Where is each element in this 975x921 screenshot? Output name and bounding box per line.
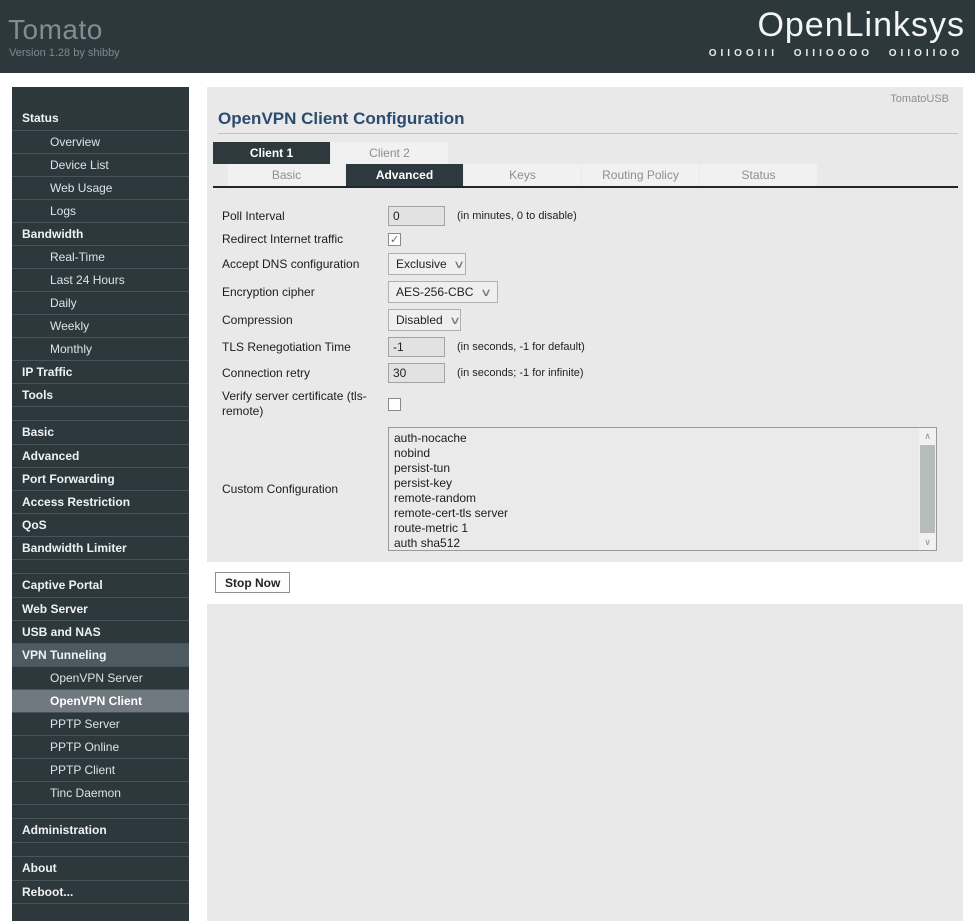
scroll-up-icon[interactable]: ∧: [919, 428, 936, 444]
tls-renegotiation-input[interactable]: [388, 337, 445, 357]
sidebar-item-pptp-client[interactable]: PPTP Client: [12, 758, 189, 781]
compression-value: Disabled: [396, 313, 443, 327]
brand-logo: Tomato: [8, 14, 103, 45]
sidebar-item-basic[interactable]: Basic: [12, 421, 189, 444]
sidebar-item-reboot[interactable]: Reboot...: [12, 880, 189, 903]
verify-cert-row: Verify server certificate (tls-remote): [222, 389, 963, 419]
section-tabs: Basic Advanced Keys Routing Policy Statu…: [228, 164, 818, 186]
cipher-select[interactable]: AES-256-CBC ∨: [388, 281, 498, 303]
tab-status[interactable]: Status: [700, 164, 817, 186]
main-content: TomatoUSB OpenVPN Client Configuration C…: [207, 87, 963, 921]
redirect-traffic-checkbox[interactable]: [388, 233, 401, 246]
sidebar-item-access-restriction[interactable]: Access Restriction: [12, 490, 189, 513]
redirect-traffic-row: Redirect Internet traffic: [222, 232, 963, 247]
custom-config-row: Custom Configuration auth-nocache nobind…: [222, 427, 963, 551]
verify-cert-checkbox[interactable]: [388, 397, 401, 411]
sidebar-item-weekly[interactable]: Weekly: [12, 314, 189, 337]
poll-interval-row: Poll Interval (in minutes, 0 to disable): [222, 206, 963, 226]
sidebar-item-pptp-online[interactable]: PPTP Online: [12, 735, 189, 758]
compression-select[interactable]: Disabled ∨: [388, 309, 461, 331]
scrollbar-thumb[interactable]: [920, 445, 935, 533]
tab-client-1[interactable]: Client 1: [213, 142, 330, 164]
binary-tagline: OIIOOIII OIIIOOOO OIIOIIOO: [708, 48, 963, 59]
sidebar-item-openvpn-server[interactable]: OpenVPN Server: [12, 666, 189, 689]
sidebar-item-daily[interactable]: Daily: [12, 291, 189, 314]
connection-retry-note: (in seconds; -1 for infinite): [457, 367, 584, 379]
app-header: Tomato Version 1.28 by shibby OpenLinksy…: [0, 0, 975, 73]
verify-cert-label: Verify server certificate (tls-remote): [222, 389, 367, 418]
poll-interval-note: (in minutes, 0 to disable): [457, 210, 577, 222]
sidebar-item-tinc-daemon[interactable]: Tinc Daemon: [12, 781, 189, 804]
compression-row: Compression Disabled ∨: [222, 309, 963, 331]
connection-retry-label: Connection retry: [222, 365, 311, 380]
sidebar-item-ip-traffic[interactable]: IP Traffic: [12, 360, 189, 383]
sidebar-item-pptp-server[interactable]: PPTP Server: [12, 712, 189, 735]
tab-advanced[interactable]: Advanced: [346, 164, 463, 186]
title-divider: [218, 133, 958, 134]
sidebar-item-web-usage[interactable]: Web Usage: [12, 176, 189, 199]
chevron-down-icon: ∨: [448, 314, 461, 327]
custom-config-label: Custom Configuration: [222, 481, 339, 496]
chevron-down-icon: ∨: [452, 258, 465, 271]
config-panel: TomatoUSB OpenVPN Client Configuration C…: [207, 87, 963, 562]
sidebar-item-logs[interactable]: Logs: [12, 199, 189, 222]
accept-dns-label: Accept DNS configuration: [222, 256, 360, 271]
sidebar-item-qos[interactable]: QoS: [12, 513, 189, 536]
button-band: Stop Now: [207, 562, 963, 604]
redirect-traffic-label: Redirect Internet traffic: [222, 232, 344, 246]
client-tabs: Client 1 Client 2: [213, 142, 449, 164]
chevron-down-icon: ∨: [479, 286, 493, 299]
accept-dns-row: Accept DNS configuration Exclusive ∨: [222, 253, 963, 275]
sidebar-item-administration[interactable]: Administration: [12, 819, 189, 842]
sidebar-item-overview[interactable]: Overview: [12, 130, 189, 153]
compression-label: Compression: [222, 312, 293, 327]
sidebar-item-about[interactable]: About: [12, 857, 189, 880]
bottom-panel: [207, 604, 963, 921]
connection-retry-row: Connection retry (in seconds; -1 for inf…: [222, 363, 963, 383]
sidebar-item-bandwidth-limiter[interactable]: Bandwidth Limiter: [12, 536, 189, 559]
sidebar-item-vpn-tunneling[interactable]: VPN Tunneling: [12, 643, 189, 666]
sidebar-item-usb-and-nas[interactable]: USB and NAS: [12, 620, 189, 643]
sidebar-nav: Status Overview Device List Web Usage Lo…: [12, 87, 189, 921]
sidebar-item-port-forwarding[interactable]: Port Forwarding: [12, 467, 189, 490]
poll-interval-label: Poll Interval: [222, 208, 285, 223]
page-title: OpenVPN Client Configuration: [218, 109, 465, 128]
sidebar-item-openvpn-client[interactable]: OpenVPN Client: [12, 689, 189, 712]
tab-client-2[interactable]: Client 2: [331, 142, 448, 164]
advanced-form: Poll Interval (in minutes, 0 to disable)…: [207, 188, 963, 551]
sidebar-item-captive-portal[interactable]: Captive Portal: [12, 574, 189, 597]
custom-config-wrapper: auth-nocache nobind persist-tun persist-…: [388, 427, 937, 551]
tab-routing-policy[interactable]: Routing Policy: [582, 164, 699, 186]
tab-basic[interactable]: Basic: [228, 164, 345, 186]
sidebar-item-monthly[interactable]: Monthly: [12, 337, 189, 360]
sidebar-item-tools[interactable]: Tools: [12, 383, 189, 406]
stop-now-button[interactable]: Stop Now: [215, 572, 291, 593]
tls-renegotiation-row: TLS Renegotiation Time (in seconds, -1 f…: [222, 337, 963, 357]
tab-keys[interactable]: Keys: [464, 164, 581, 186]
sidebar-item-status[interactable]: Status: [12, 107, 189, 130]
accept-dns-select[interactable]: Exclusive ∨: [388, 253, 466, 275]
firmware-version: Version 1.28 by shibby: [9, 47, 120, 59]
custom-config-textarea[interactable]: auth-nocache nobind persist-tun persist-…: [389, 428, 919, 550]
scrollbar[interactable]: ∧ ∨: [919, 428, 936, 550]
sidebar-item-real-time[interactable]: Real-Time: [12, 245, 189, 268]
sidebar-item-last-24-hours[interactable]: Last 24 Hours: [12, 268, 189, 291]
tomatousb-label: TomatoUSB: [890, 93, 949, 105]
tls-renegotiation-note: (in seconds, -1 for default): [457, 341, 585, 353]
accept-dns-value: Exclusive: [396, 257, 447, 271]
cipher-row: Encryption cipher AES-256-CBC ∨: [222, 281, 963, 303]
sidebar-item-web-server[interactable]: Web Server: [12, 597, 189, 620]
scroll-down-icon[interactable]: ∨: [919, 534, 936, 550]
openlinksys-logo: OpenLinksys: [757, 6, 965, 44]
cipher-value: AES-256-CBC: [396, 285, 474, 299]
cipher-label: Encryption cipher: [222, 284, 315, 299]
poll-interval-input[interactable]: [388, 206, 445, 226]
sidebar-item-device-list[interactable]: Device List: [12, 153, 189, 176]
connection-retry-input[interactable]: [388, 363, 445, 383]
sidebar-item-bandwidth[interactable]: Bandwidth: [12, 222, 189, 245]
tls-renegotiation-label: TLS Renegotiation Time: [222, 339, 351, 354]
sidebar-item-advanced[interactable]: Advanced: [12, 444, 189, 467]
